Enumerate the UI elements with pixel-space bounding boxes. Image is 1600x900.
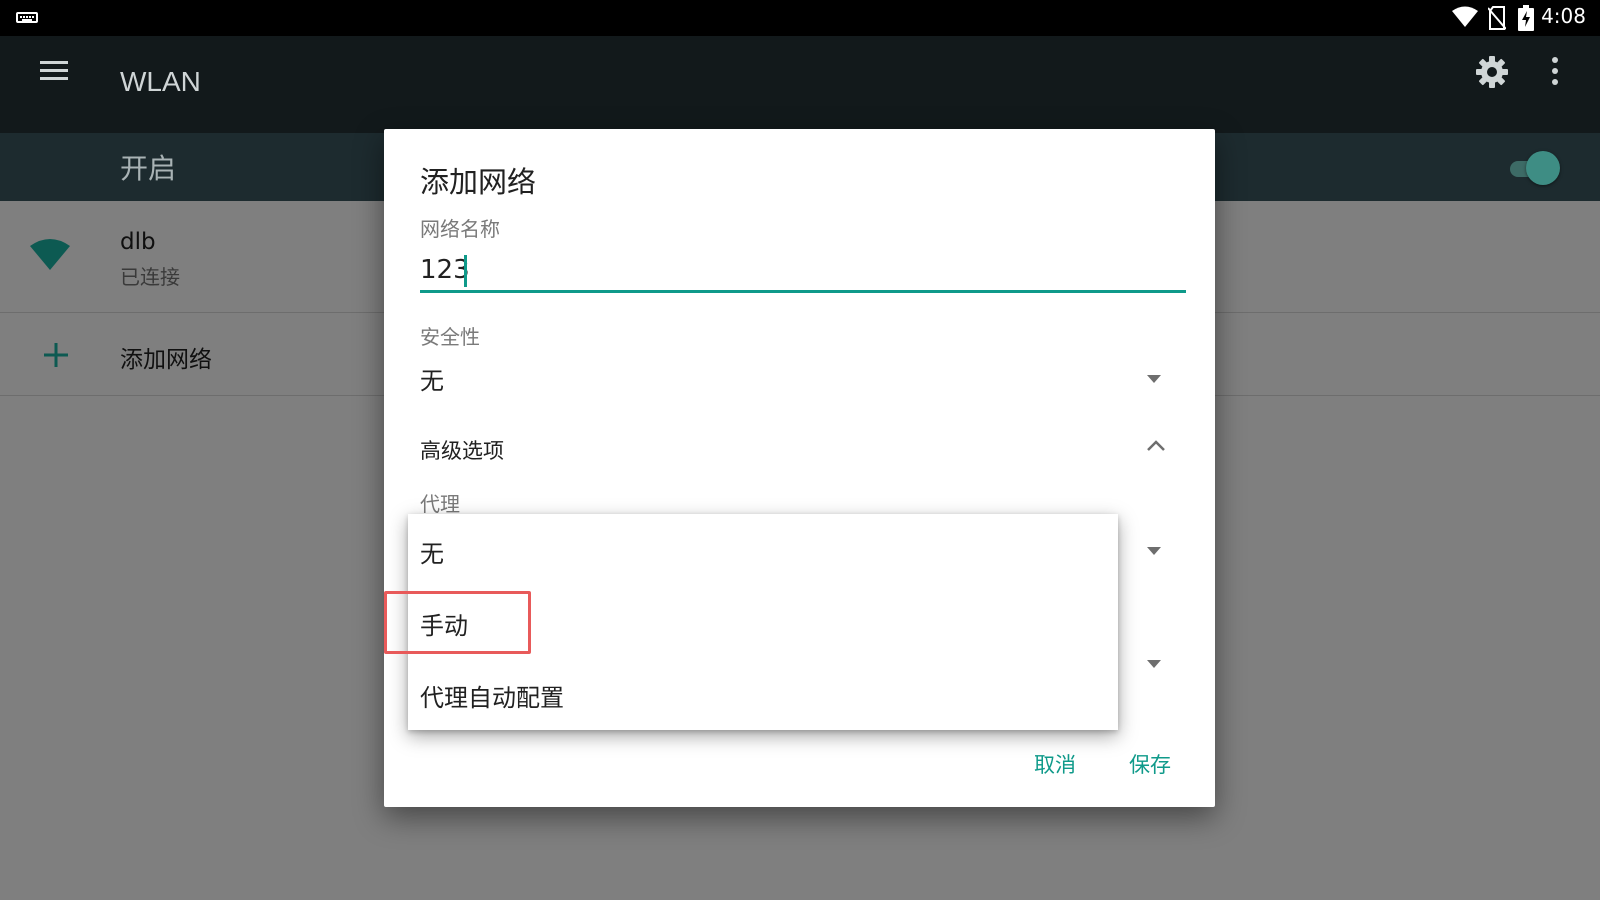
ssid-input[interactable]: [420, 250, 1186, 293]
add-icon: [44, 343, 68, 367]
settings-gear-icon[interactable]: [1476, 56, 1508, 88]
advanced-label: 高级选项: [420, 439, 504, 463]
save-button[interactable]: 保存: [1129, 749, 1171, 779]
page-title: WLAN: [120, 66, 201, 97]
wifi-signal-icon: [30, 239, 70, 271]
menu-icon[interactable]: [40, 60, 68, 82]
option-label: 代理自动配置: [420, 684, 564, 712]
security-label: 安全性: [420, 325, 480, 349]
option-label: 无: [420, 540, 444, 568]
battery-charging-icon: [1518, 5, 1534, 31]
security-value: 无: [420, 367, 444, 395]
highlight-box: [384, 591, 531, 654]
more-vert-icon[interactable]: [1551, 56, 1559, 86]
app-bar: WLAN: [0, 36, 1600, 133]
cancel-button[interactable]: 取消: [1034, 749, 1076, 779]
dropdown-arrow-icon: [1147, 375, 1161, 383]
dropdown-option[interactable]: 代理自动配置: [408, 658, 1118, 730]
security-spinner[interactable]: 无: [420, 357, 1186, 401]
dialog-title: 添加网络: [420, 165, 537, 199]
advanced-options-toggle[interactable]: 高级选项: [420, 425, 1186, 469]
dropdown-option[interactable]: 无: [408, 514, 1118, 586]
wifi-icon: [1452, 6, 1478, 28]
add-network-label: 添加网络: [120, 347, 212, 373]
no-sim-icon: [1488, 6, 1506, 30]
switch-label: 开启: [120, 152, 177, 185]
network-status: 已连接: [120, 265, 180, 289]
dropdown-arrow-icon[interactable]: [1147, 547, 1161, 555]
text-cursor: [464, 255, 467, 287]
proxy-label: 代理: [420, 492, 460, 516]
wlan-toggle-thumb[interactable]: [1526, 151, 1560, 185]
chevron-up-icon: [1147, 439, 1165, 451]
ssid-label: 网络名称: [420, 217, 500, 241]
network-name: dlb: [120, 229, 156, 255]
status-bar: 4:08: [0, 0, 1600, 36]
status-time: 4:08: [1541, 4, 1586, 28]
keyboard-icon: [16, 12, 38, 23]
dropdown-arrow-icon[interactable]: [1147, 660, 1161, 668]
